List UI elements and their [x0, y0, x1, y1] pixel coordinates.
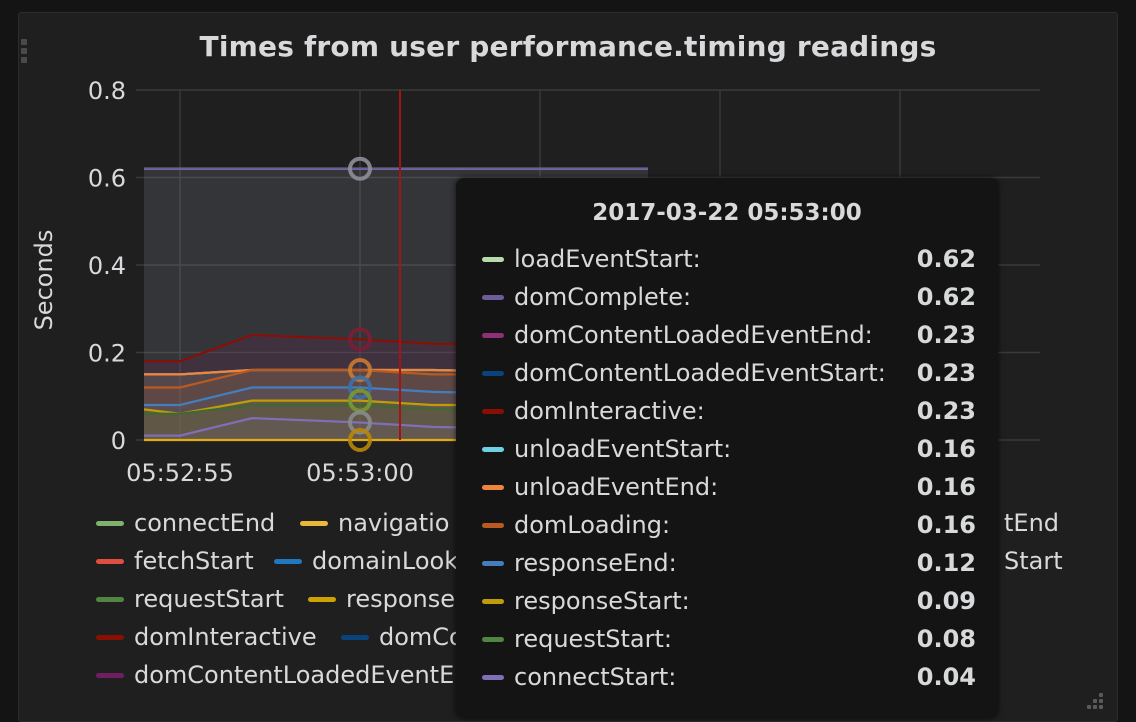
- tooltip-series-value: 0.09: [916, 587, 976, 615]
- legend-label: Start: [1004, 547, 1063, 575]
- y-tick-label: 0: [111, 427, 126, 455]
- legend-item[interactable]: domInteractive: [96, 620, 317, 654]
- legend-swatch: [96, 596, 124, 602]
- tooltip-series-value: 0.62: [916, 245, 976, 273]
- tooltip-row: unloadEventStart: 0.16: [482, 432, 976, 466]
- legend-item[interactable]: fetchStart: [96, 544, 254, 578]
- tooltip-series-label: responseStart:: [514, 587, 690, 615]
- legend-label: fetchStart: [134, 547, 254, 575]
- tooltip-row: connectStart: 0.04: [482, 660, 976, 694]
- legend-item[interactable]: domCo: [341, 620, 464, 654]
- x-tick-label: 05:53:00: [306, 459, 414, 487]
- tooltip-swatch: [482, 408, 504, 414]
- tooltip-swatch: [482, 446, 504, 452]
- legend-swatch: [300, 520, 328, 526]
- y-tick-label: 0.8: [88, 77, 126, 105]
- y-tick-label: 0.2: [88, 340, 126, 368]
- tooltip-series-value: 0.12: [916, 549, 976, 577]
- legend-swatch: [96, 672, 124, 678]
- tooltip-series-value: 0.16: [916, 511, 976, 539]
- legend-swatch: [96, 558, 124, 564]
- tooltip-series-value: 0.08: [916, 625, 976, 653]
- legend-item[interactable]: requestStart: [96, 582, 284, 616]
- legend-label: navigatio: [338, 509, 450, 537]
- tooltip-series-value: 0.23: [916, 321, 976, 349]
- tooltip-series-value: 0.16: [916, 473, 976, 501]
- tooltip-series-value: 0.16: [916, 435, 976, 463]
- hover-tooltip: 2017-03-22 05:53:00 loadEventStart: 0.62 d…: [456, 178, 998, 718]
- tooltip-swatch: [482, 522, 504, 528]
- tooltip-series-label: domLoading:: [514, 511, 671, 539]
- tooltip-swatch: [482, 256, 504, 262]
- tooltip-row: domInteractive: 0.23: [482, 394, 976, 428]
- tooltip-row: loadEventStart: 0.62: [482, 242, 976, 276]
- legend-label: domainLook: [312, 547, 459, 575]
- tooltip-row: responseEnd: 0.12: [482, 546, 976, 580]
- tooltip-swatch: [482, 332, 504, 338]
- tooltip-swatch: [482, 484, 504, 490]
- tooltip-series-value: 0.04: [916, 663, 976, 691]
- tooltip-series-label: responseEnd:: [514, 549, 677, 577]
- tooltip-swatch: [482, 636, 504, 642]
- tooltip-swatch: [482, 294, 504, 300]
- x-tick-label: 05:52:55: [126, 459, 234, 487]
- tooltip-series-label: domContentLoadedEventStart:: [514, 359, 886, 387]
- legend-swatch: [308, 596, 336, 602]
- legend-label: domContentLoadedEventE: [134, 661, 455, 689]
- legend-swatch: [96, 634, 124, 640]
- legend-item[interactable]: navigatio: [300, 506, 450, 540]
- tooltip-row: domLoading: 0.16: [482, 508, 976, 542]
- legend-swatch: [96, 520, 124, 526]
- legend-label: requestStart: [134, 585, 284, 613]
- tooltip-swatch: [482, 560, 504, 566]
- legend-swatch: [274, 558, 302, 564]
- tooltip-series-label: domContentLoadedEventEnd:: [514, 321, 873, 349]
- legend-label: response: [346, 585, 456, 613]
- tooltip-series-label: domInteractive:: [514, 397, 705, 425]
- tooltip-series-value: 0.23: [916, 359, 976, 387]
- tooltip-series-value: 0.62: [916, 283, 976, 311]
- legend-item[interactable]: domainLook: [274, 544, 458, 578]
- legend-swatch: [341, 634, 369, 640]
- y-tick-label: 0.4: [88, 252, 126, 280]
- legend-item[interactable]: response: [308, 582, 455, 616]
- tooltip-swatch: [482, 674, 504, 680]
- tooltip-row: responseStart: 0.09: [482, 584, 976, 618]
- tooltip-swatch: [482, 598, 504, 604]
- tooltip-series-label: requestStart:: [514, 625, 672, 653]
- tooltip-row: requestStart: 0.08: [482, 622, 976, 656]
- legend-label: domInteractive: [134, 623, 317, 651]
- legend-item[interactable]: domContentLoadedEventE: [96, 658, 454, 692]
- tooltip-series-label: unloadEventEnd:: [514, 473, 719, 501]
- tooltip-row: domContentLoadedEventEnd: 0.23: [482, 318, 976, 352]
- tooltip-series-label: domComplete:: [514, 283, 692, 311]
- tooltip-series-label: unloadEventStart:: [514, 435, 732, 463]
- legend-item[interactable]: connectEnd: [96, 506, 275, 540]
- legend-label: tEnd: [1004, 509, 1060, 537]
- y-axis-label: Seconds: [30, 230, 58, 331]
- tooltip-series-label: connectStart:: [514, 663, 677, 691]
- tooltip-timestamp: 2017-03-22 05:53:00: [592, 200, 862, 226]
- tooltip-series-label: loadEventStart:: [514, 245, 701, 273]
- tooltip-swatch: [482, 370, 504, 376]
- tooltip-series-value: 0.23: [916, 397, 976, 425]
- y-tick-label: 0.6: [88, 165, 126, 193]
- tooltip-row: domContentLoadedEventStart: 0.23: [482, 356, 976, 390]
- tooltip-row: unloadEventEnd: 0.16: [482, 470, 976, 504]
- legend-label: connectEnd: [134, 509, 276, 537]
- legend-label: domCo: [379, 623, 464, 651]
- tooltip-row: domComplete: 0.62: [482, 280, 976, 314]
